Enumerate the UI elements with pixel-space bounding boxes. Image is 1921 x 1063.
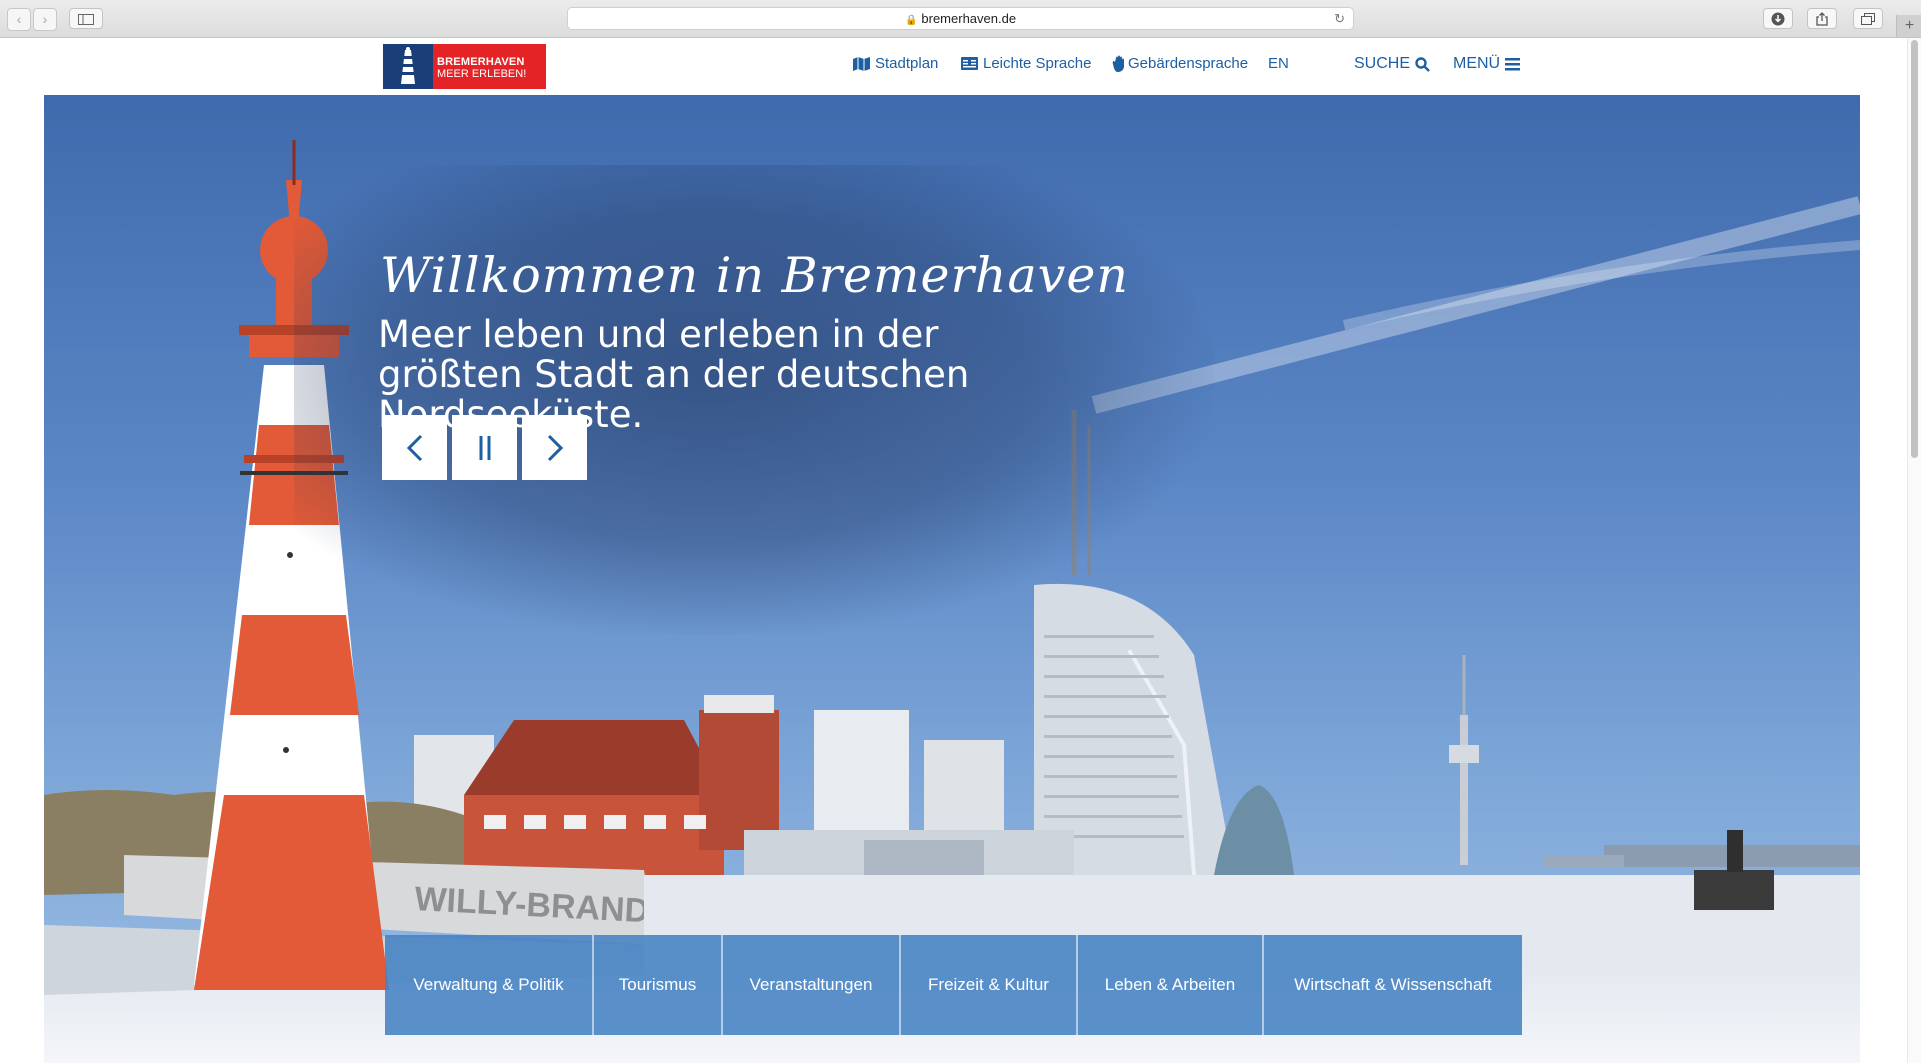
slider-prev-button[interactable] — [382, 415, 447, 480]
tabs-icon — [1861, 13, 1875, 25]
share-icon — [1816, 12, 1828, 26]
slider-next-button[interactable] — [522, 415, 587, 480]
category-tourismus[interactable]: Tourismus — [594, 935, 723, 1035]
search-label: SUCHE — [1354, 55, 1411, 72]
search-icon — [1415, 56, 1430, 72]
map-icon — [853, 56, 870, 71]
leichte-sprache-link[interactable]: Leichte Sprache — [961, 55, 1091, 72]
hamburger-menu-icon — [1505, 57, 1521, 70]
menu-label: MENÜ — [1453, 55, 1501, 72]
stadtplan-link[interactable]: Stadtplan — [853, 55, 938, 72]
scrollbar-thumb[interactable] — [1911, 40, 1918, 458]
language-label: EN — [1268, 55, 1289, 72]
bremerhaven-logo[interactable]: BREMERHAVEN MEER ERLEBEN! — [383, 44, 546, 89]
browser-toolbar: ‹ › 🔒 bremerhaven.de ↻ + — [0, 0, 1921, 38]
reload-icon[interactable]: ↻ — [1334, 11, 1345, 27]
site-header: BREMERHAVEN MEER ERLEBEN! Stadtplan Leic… — [0, 38, 1921, 95]
logo-line-1: BREMERHAVEN — [437, 56, 525, 68]
category-veranstaltungen[interactable]: Veranstaltungen — [723, 935, 901, 1035]
category-wirtschaft-wissenschaft[interactable]: Wirtschaft & Wissenschaft — [1264, 935, 1522, 1035]
new-tab-button[interactable]: + — [1896, 15, 1921, 37]
chevron-left-icon — [406, 434, 422, 461]
pause-icon — [479, 435, 490, 460]
menu-button[interactable]: MENÜ — [1453, 55, 1521, 73]
back-button[interactable]: ‹ — [7, 8, 31, 31]
address-bar[interactable]: 🔒 bremerhaven.de ↻ — [567, 7, 1354, 30]
language-switch-en[interactable]: EN — [1268, 55, 1289, 72]
category-leben-arbeiten[interactable]: Leben & Arbeiten — [1078, 935, 1264, 1035]
leichte-sprache-label: Leichte Sprache — [983, 55, 1092, 72]
url-text: bremerhaven.de — [921, 11, 1017, 26]
logo-line-2: MEER ERLEBEN! — [437, 68, 527, 80]
download-icon — [1771, 12, 1785, 26]
stadtplan-label: Stadtplan — [875, 55, 939, 72]
gebaerdensprache-link[interactable]: Gebärdensprache — [1110, 55, 1248, 72]
lighthouse-logo-icon — [383, 44, 433, 89]
page-scrollbar[interactable] — [1907, 38, 1921, 1063]
category-freizeit-kultur[interactable]: Freizeit & Kultur — [901, 935, 1078, 1035]
sidebar-toggle-button[interactable] — [69, 8, 103, 29]
slider-pause-button[interactable] — [452, 415, 517, 480]
downloads-button[interactable] — [1763, 8, 1793, 29]
hero-slider: WILLY-BRANDT-PLATZ Willkommen in Bremerh… — [44, 95, 1860, 1063]
lock-icon: 🔒 — [904, 15, 918, 26]
hero-title: Willkommen in Bremerhaven — [380, 247, 1129, 304]
tabs-overview-button[interactable] — [1853, 8, 1883, 29]
book-icon — [961, 57, 978, 70]
chevron-right-icon — [547, 434, 563, 461]
category-verwaltung-politik[interactable]: Verwaltung & Politik — [385, 935, 594, 1035]
search-button[interactable]: SUCHE — [1354, 55, 1430, 73]
sidebar-icon — [78, 14, 94, 25]
gebaerdensprache-label: Gebärdensprache — [1128, 55, 1249, 72]
sign-language-hand-icon — [1112, 55, 1124, 72]
forward-button[interactable]: › — [33, 8, 57, 31]
share-button[interactable] — [1807, 8, 1837, 29]
category-navigation: Verwaltung & Politik Tourismus Veranstal… — [385, 935, 1522, 1035]
